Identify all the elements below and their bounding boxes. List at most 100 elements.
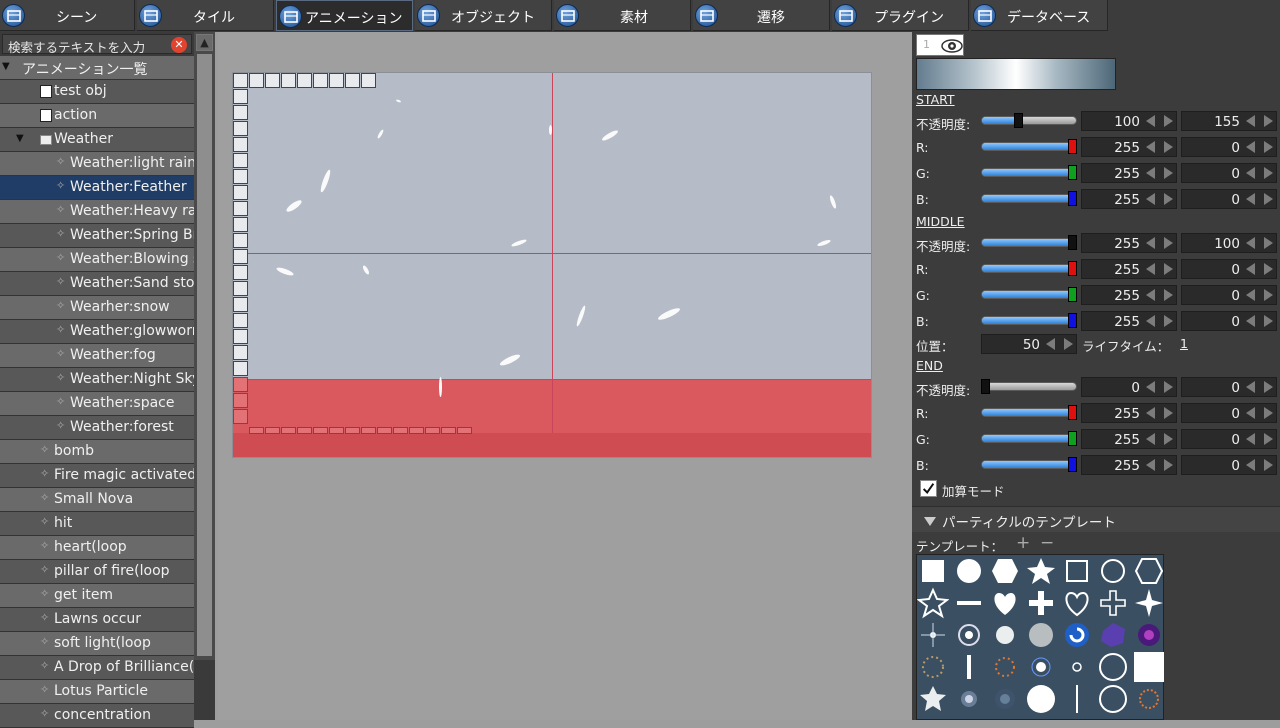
- tree-item[interactable]: ✧ Weather:glowworm: [0, 320, 194, 344]
- tree-item[interactable]: ✧ Weather:light rain: [0, 152, 194, 176]
- increment-arrow-icon[interactable]: [1164, 315, 1173, 327]
- template-blue-flare-icon[interactable]: [1025, 651, 1057, 683]
- template-circle-icon[interactable]: [953, 555, 985, 587]
- start-value-field[interactable]: 255: [1081, 163, 1177, 183]
- decrement-arrow-icon[interactable]: [1246, 407, 1255, 419]
- tree-item[interactable]: ✧ soft light(loop: [0, 632, 194, 656]
- template-ember-icon[interactable]: [1133, 683, 1165, 715]
- end-value-field[interactable]: 255: [1081, 455, 1177, 475]
- template-minus-icon[interactable]: [953, 587, 985, 619]
- tree-item[interactable]: ✧ heart(loop: [0, 536, 194, 560]
- tab-database[interactable]: データベース: [971, 0, 1108, 31]
- decrement-arrow-icon[interactable]: [1146, 407, 1155, 419]
- decrement-arrow-icon[interactable]: [1246, 289, 1255, 301]
- template-thin-ring-icon[interactable]: [1097, 683, 1129, 715]
- tree-item[interactable]: ✧ Weather:Sand storm: [0, 272, 194, 296]
- layer-toggle[interactable]: 1: [916, 34, 964, 56]
- increment-arrow-icon[interactable]: [1164, 407, 1173, 419]
- middle-value2-field[interactable]: 0: [1181, 285, 1277, 305]
- decrement-arrow-icon[interactable]: [1246, 167, 1255, 179]
- end-value-field[interactable]: 255: [1081, 403, 1177, 423]
- template-crystal-icon[interactable]: [1097, 619, 1129, 651]
- end-value-field[interactable]: 255: [1081, 429, 1177, 449]
- start-value2-field[interactable]: 0: [1181, 163, 1277, 183]
- tree-item[interactable]: ✧ Lawns occur: [0, 608, 194, 632]
- eye-icon[interactable]: [941, 38, 963, 54]
- tree-item[interactable]: ✧ Weather:Heavy rain: [0, 200, 194, 224]
- decrement-arrow-icon[interactable]: [1146, 315, 1155, 327]
- decrement-arrow-icon[interactable]: [1246, 459, 1255, 471]
- increment-arrow-icon[interactable]: [1264, 167, 1273, 179]
- template-star-outline-icon[interactable]: [916, 587, 950, 619]
- increment-arrow-icon[interactable]: [1164, 237, 1173, 249]
- tab-object[interactable]: オブジェクト: [415, 0, 552, 31]
- clear-search-button[interactable]: ✕: [171, 37, 187, 53]
- preview-stage[interactable]: [232, 72, 872, 458]
- template-square-icon[interactable]: [917, 555, 949, 587]
- expand-triangle-icon[interactable]: ▼: [2, 61, 10, 72]
- decrement-arrow-icon[interactable]: [1246, 315, 1255, 327]
- end-slider[interactable]: [981, 378, 1077, 396]
- middle-value-field[interactable]: 255: [1081, 285, 1177, 305]
- increment-arrow-icon[interactable]: [1264, 407, 1273, 419]
- slider-knob[interactable]: [981, 379, 990, 394]
- tree-item[interactable]: ✧ Weather:Night Sky: [0, 368, 194, 392]
- decrement-arrow-icon[interactable]: [1146, 141, 1155, 153]
- template-cross-outline-icon[interactable]: [1097, 587, 1129, 619]
- increment-arrow-icon[interactable]: [1264, 289, 1273, 301]
- tree-folder[interactable]: ▼ Weather: [0, 128, 194, 152]
- end-value-field[interactable]: 0: [1081, 377, 1177, 397]
- tree-item[interactable]: ✧ bomb: [0, 440, 194, 464]
- middle-value2-field[interactable]: 0: [1181, 259, 1277, 279]
- tree-item[interactable]: ✧ Weather:fog: [0, 344, 194, 368]
- slider-knob[interactable]: [1068, 191, 1077, 206]
- slider-knob[interactable]: [1068, 457, 1077, 472]
- decrement-arrow-icon[interactable]: [1246, 433, 1255, 445]
- start-value-field[interactable]: 255: [1081, 189, 1177, 209]
- tree-item[interactable]: ✧ concentration: [0, 704, 194, 728]
- decrement-arrow-icon[interactable]: [1146, 459, 1155, 471]
- template-line-icon[interactable]: [953, 651, 985, 683]
- template-dust-icon[interactable]: [917, 651, 949, 683]
- remove-template-button[interactable]: −: [1040, 533, 1054, 553]
- expand-triangle-icon[interactable]: ▼: [16, 133, 24, 144]
- tree-item[interactable]: ✧ Wearher:snow: [0, 296, 194, 320]
- scroll-up-arrow-icon[interactable]: ▲: [196, 34, 213, 51]
- start-slider[interactable]: [981, 112, 1077, 130]
- increment-arrow-icon[interactable]: [1264, 433, 1273, 445]
- tree-item[interactable]: ✧ Weather:Blowing snow: [0, 248, 194, 272]
- tab-plugin[interactable]: プラグイン: [832, 0, 969, 31]
- middle-slider[interactable]: [981, 286, 1077, 304]
- template-small-ring-icon[interactable]: [1061, 651, 1093, 683]
- decrement-arrow-icon[interactable]: [1146, 289, 1155, 301]
- increment-arrow-icon[interactable]: [1264, 263, 1273, 275]
- tree-item[interactable]: ✧ pillar of fire(loop: [0, 560, 194, 584]
- slider-knob[interactable]: [1013, 113, 1023, 128]
- end-value2-field[interactable]: 0: [1181, 429, 1277, 449]
- template-cross-icon[interactable]: [1025, 587, 1057, 619]
- template-ring-glow-icon[interactable]: [953, 619, 985, 651]
- template-flare-icon[interactable]: [917, 619, 949, 651]
- middle-slider[interactable]: [981, 260, 1077, 278]
- middle-slider[interactable]: [981, 312, 1077, 330]
- increment-arrow-icon[interactable]: [1264, 381, 1273, 393]
- template-soft-glow-icon[interactable]: [989, 619, 1021, 651]
- tree-item[interactable]: ✧ Fire magic activated: [0, 464, 194, 488]
- template-blue-dot-icon[interactable]: [989, 683, 1021, 715]
- end-value2-field[interactable]: 0: [1181, 377, 1277, 397]
- position-field[interactable]: 50: [981, 334, 1077, 354]
- increment-arrow-icon[interactable]: [1264, 193, 1273, 205]
- template-swirl-icon[interactable]: [1061, 619, 1093, 651]
- template-dot-glow-icon[interactable]: [953, 683, 985, 715]
- tree-item[interactable]: action: [0, 104, 194, 128]
- tree-item[interactable]: ✧ A Drop of Brilliance(loop: [0, 656, 194, 680]
- increment-arrow-icon[interactable]: [1264, 141, 1273, 153]
- increment-arrow-icon[interactable]: [1264, 237, 1273, 249]
- middle-value-field[interactable]: 255: [1081, 311, 1177, 331]
- increment-arrow-icon[interactable]: [1164, 459, 1173, 471]
- start-slider[interactable]: [981, 138, 1077, 156]
- template-white-square-icon[interactable]: [1133, 651, 1165, 683]
- decrement-arrow-icon[interactable]: [1146, 167, 1155, 179]
- slider-knob[interactable]: [1068, 287, 1077, 302]
- end-slider[interactable]: [981, 404, 1077, 422]
